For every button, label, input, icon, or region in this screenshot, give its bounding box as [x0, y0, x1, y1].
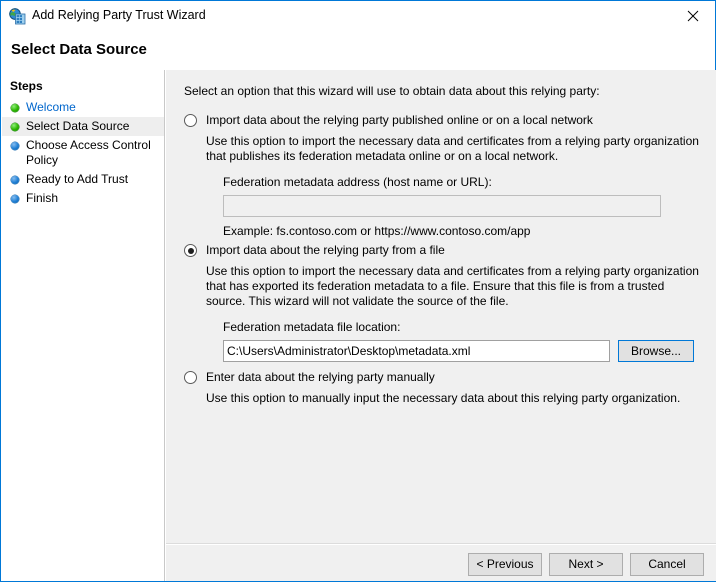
radio-enter-manually[interactable]: Enter data about the relying party manua… — [166, 370, 716, 386]
steps-sidebar: Steps Welcome Select Data Source Choose … — [2, 70, 165, 581]
close-icon[interactable] — [670, 1, 715, 31]
content-inner: Select an option that this wizard will u… — [166, 70, 716, 543]
federation-metadata-file-input[interactable]: C:\Users\Administrator\Desktop\metadata.… — [223, 340, 610, 362]
sidebar-item-label: Select Data Source — [26, 119, 129, 133]
wizard-window: Add Relying Party Trust Wizard Select Da… — [0, 0, 716, 582]
radio-button-icon — [184, 371, 197, 384]
federation-metadata-address-input[interactable] — [223, 195, 661, 217]
option-import-file: Import data about the relying party from… — [166, 243, 716, 362]
sidebar-item-ready-to-add-trust: Ready to Add Trust — [2, 170, 164, 189]
address-example-text: Example: fs.contoso.com or https://www.c… — [223, 224, 716, 238]
title-bar: Add Relying Party Trust Wizard — [1, 0, 715, 32]
content-panel: Select an option that this wizard will u… — [166, 70, 716, 581]
option-enter-manually: Enter data about the relying party manua… — [166, 370, 716, 406]
radio-label: Import data about the relying party publ… — [206, 113, 593, 127]
radio-button-icon — [184, 114, 197, 127]
relying-party-globe-icon — [9, 8, 26, 25]
browse-button[interactable]: Browse... — [618, 340, 694, 362]
sidebar-item-choose-access-control-policy: Choose Access Control Policy — [2, 136, 164, 170]
cancel-button[interactable]: Cancel — [630, 553, 704, 576]
sidebar-item-select-data-source[interactable]: Select Data Source — [2, 117, 164, 136]
step-bullet-icon — [11, 142, 19, 150]
step-bullet-icon — [11, 104, 19, 112]
radio-label: Enter data about the relying party manua… — [206, 370, 435, 384]
button-bar: < Previous Next > Cancel — [166, 545, 716, 581]
step-bullet-icon — [11, 176, 19, 184]
option-description: Use this option to manually input the ne… — [166, 391, 716, 406]
sidebar-item-finish: Finish — [2, 189, 164, 208]
option-description: Use this option to import the necessary … — [166, 264, 716, 309]
sidebar-item-welcome[interactable]: Welcome — [2, 98, 164, 117]
instruction-text: Select an option that this wizard will u… — [184, 84, 600, 98]
steps-list: Welcome Select Data Source Choose Access… — [2, 98, 164, 208]
option-description: Use this option to import the necessary … — [166, 134, 716, 164]
federation-metadata-address-row — [223, 195, 716, 217]
wizard-body: Steps Welcome Select Data Source Choose … — [2, 70, 716, 581]
steps-header: Steps — [10, 79, 43, 93]
next-button[interactable]: Next > — [549, 553, 623, 576]
window-title: Add Relying Party Trust Wizard — [32, 8, 206, 22]
federation-metadata-address-label: Federation metadata address (host name o… — [223, 175, 716, 190]
page-title: Select Data Source — [11, 41, 147, 58]
radio-import-online[interactable]: Import data about the relying party publ… — [166, 113, 716, 129]
federation-metadata-address-block: Federation metadata address (host name o… — [166, 175, 716, 238]
federation-metadata-file-row: C:\Users\Administrator\Desktop\metadata.… — [223, 340, 716, 362]
sidebar-item-label: Choose Access Control Policy — [26, 138, 151, 167]
previous-button[interactable]: < Previous — [468, 553, 542, 576]
step-bullet-icon — [11, 123, 19, 131]
sidebar-item-label: Ready to Add Trust — [26, 172, 128, 186]
radio-button-selected-icon — [184, 244, 197, 257]
sidebar-item-label: Finish — [26, 191, 58, 205]
radio-label: Import data about the relying party from… — [206, 243, 445, 257]
radio-import-file[interactable]: Import data about the relying party from… — [166, 243, 716, 259]
sidebar-item-label: Welcome — [26, 100, 76, 114]
step-bullet-icon — [11, 195, 19, 203]
option-import-online: Import data about the relying party publ… — [166, 113, 716, 238]
federation-metadata-file-block: Federation metadata file location: C:\Us… — [166, 320, 716, 362]
federation-metadata-file-label: Federation metadata file location: — [223, 320, 716, 335]
page-header: Select Data Source — [1, 31, 715, 70]
